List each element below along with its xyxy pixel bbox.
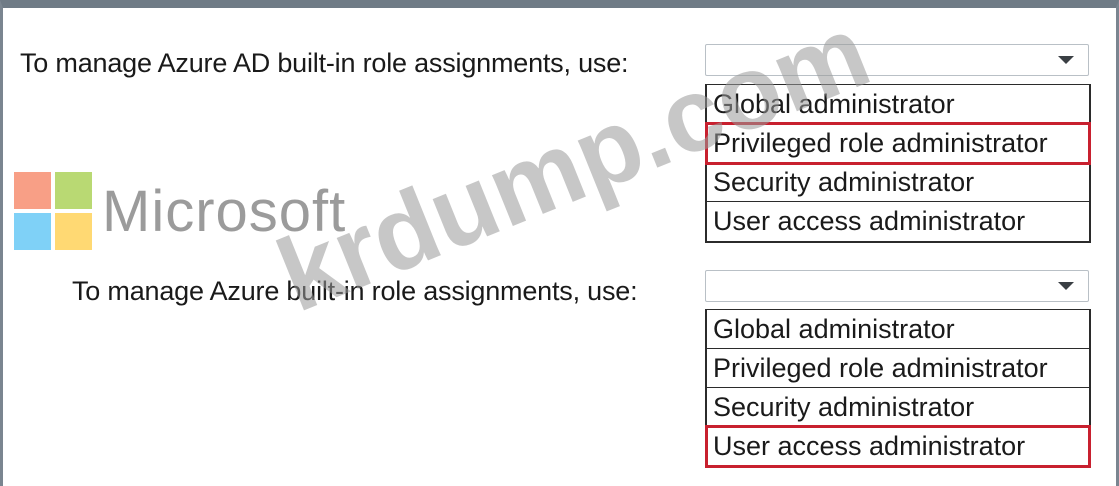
question-1-dropdown-toggle[interactable]	[1044, 45, 1088, 75]
question-2-options: Global administrator Privileged role adm…	[705, 309, 1091, 468]
question-2-option-global-administrator[interactable]: Global administrator	[707, 310, 1089, 349]
question-2-option-user-access-administrator[interactable]: User access administrator	[705, 425, 1091, 468]
question-1-dropdown[interactable]	[705, 44, 1089, 76]
logo-wordmark: Microsoft	[102, 179, 347, 244]
chevron-down-icon	[1058, 282, 1074, 290]
question-2-dropdown[interactable]	[705, 270, 1089, 302]
question-2-option-security-administrator[interactable]: Security administrator	[707, 388, 1089, 427]
question-2-dropdown-toggle[interactable]	[1044, 271, 1088, 301]
logo-square-red	[14, 172, 51, 209]
logo-square-blue	[14, 213, 51, 250]
question-1-option-privileged-role-administrator[interactable]: Privileged role administrator	[705, 122, 1091, 165]
question-2-option-privileged-role-administrator[interactable]: Privileged role administrator	[707, 349, 1089, 388]
logo-square-yellow	[55, 213, 92, 250]
question-1-option-security-administrator[interactable]: Security administrator	[707, 163, 1089, 202]
question-1-option-global-administrator[interactable]: Global administrator	[707, 85, 1089, 124]
question-1-option-user-access-administrator[interactable]: User access administrator	[707, 202, 1089, 241]
chevron-down-icon	[1058, 56, 1074, 64]
question-2-prompt: To manage Azure built-in role assignment…	[72, 276, 638, 306]
question-1-prompt: To manage Azure AD built-in role assignm…	[20, 48, 629, 78]
question-1-options: Global administrator Privileged role adm…	[705, 84, 1091, 243]
microsoft-logo: Microsoft	[14, 172, 394, 254]
logo-square-green	[55, 172, 92, 209]
